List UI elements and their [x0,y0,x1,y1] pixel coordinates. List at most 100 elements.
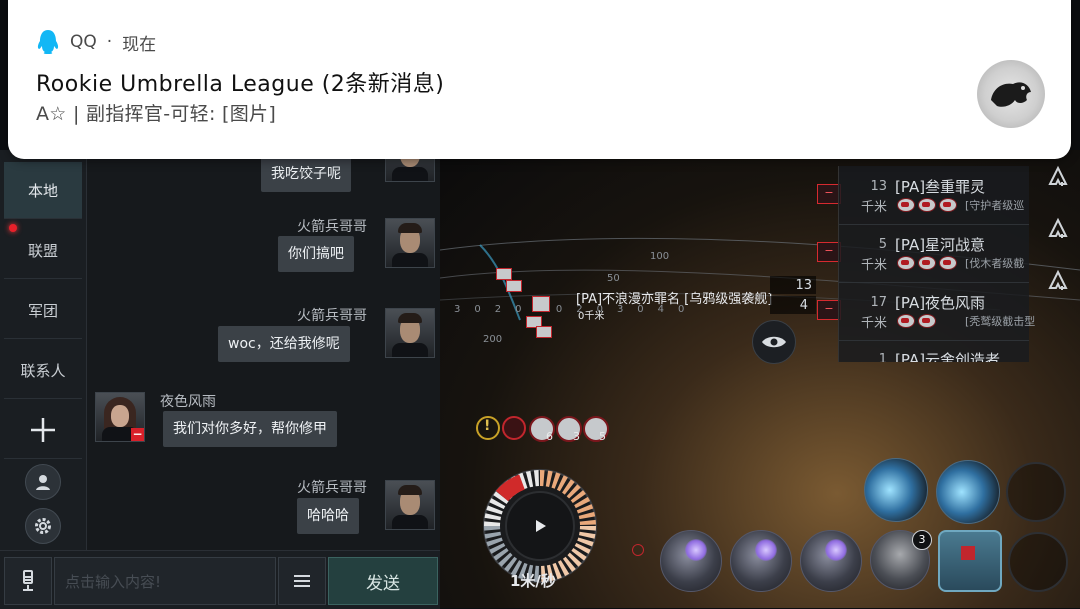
overview-distance: 5 [878,237,887,252]
overview-row[interactable]: 5 千米 [PA]星河战意 [伐木者级截 [839,224,1029,283]
notification-header: QQ · 现在 [36,28,156,56]
tab-contacts[interactable]: 联系人 [4,342,82,399]
ship-outline-icon[interactable] [1046,164,1070,190]
overview-name: [PA]叁重罪灵 [895,178,986,196]
enemy-marker[interactable] [496,268,512,280]
message-bubble: 哈哈哈 [297,498,359,534]
avatar[interactable] [385,218,435,268]
overview-row[interactable]: 13 千米 [PA]叁重罪灵 [守护者级巡 [839,166,1029,225]
message-sender: 火箭兵哥哥 [297,480,367,496]
enemy-marker[interactable] [506,280,522,292]
message-bubble: 你们搞吧 [278,236,354,272]
hostile-badge: − [131,427,144,441]
effect-count: 5 [599,430,606,443]
message-sender: 火箭兵哥哥 [297,219,367,235]
overview-name: [PA]夜色风雨 [895,294,986,312]
notification-app-name: QQ [70,32,97,52]
message-bubble: 我吃饺子呢 [261,156,351,192]
settings-button[interactable] [25,508,61,544]
overview-unit: 千米 [860,316,887,331]
overview-unit: 千米 [860,258,887,273]
contacts-button[interactable] [25,464,61,500]
quick-phrases-button[interactable] [278,557,326,605]
overview-unit: 千米 [860,200,887,215]
effect-count: 3 [573,430,580,443]
overview-effects [897,314,936,328]
microphone-icon [23,570,33,591]
space-view[interactable]: 302010203040 50 100 200 [PA]不浪漫亦罪名 [乌鸦级强… [440,150,1080,608]
overview-effects [897,198,957,212]
tackle-icon [502,416,526,440]
notification-title: Rookie Umbrella League (2条新消息) [36,72,445,97]
overview-class: [秃鹫级截击型 [965,315,1036,328]
module-slot[interactable] [660,530,722,592]
overview-distance: 13 [870,179,887,194]
target-count-b-value: 4 [799,297,808,313]
eye-icon [762,336,786,348]
avatar[interactable] [385,308,435,358]
range-tick: 200 [483,334,503,345]
overview-name: [PA]云舍创造者 [895,351,1001,362]
effect-count: 6 [546,430,553,443]
overview-distance: 1 [878,352,887,362]
message-sender: 夜色风雨 [160,394,216,410]
empty-module-slot[interactable] [1008,532,1068,592]
plus-icon [31,418,55,442]
eye-button[interactable] [752,320,796,364]
range-tick: 20 [494,304,536,315]
weapon-module-2[interactable] [936,460,1000,524]
ship-outline-icon[interactable] [1046,216,1070,242]
empty-module-slot[interactable] [1006,462,1066,522]
enemy-marker[interactable] [536,326,552,338]
overview-row[interactable]: 17 千米 [PA]夜色风雨 [秃鹫级截击型 [839,282,1035,341]
tab-corporation[interactable]: 军团 [4,282,82,339]
target-distance: 0千米 [578,311,605,322]
tab-local[interactable]: 本地 [4,162,82,219]
overview-row[interactable]: 1 [PA]云舍创造者 [839,340,1029,362]
voice-button[interactable] [4,557,52,605]
add-channel-button[interactable] [4,402,82,459]
notification-separator: · [106,32,113,52]
chat-input-bar: 点击输入内容! 发送 [0,550,440,609]
chat-channel-sidebar: 本地 联盟 军团 联系人 [0,150,87,608]
overview-class: [伐木者级截 [965,257,1025,270]
gear-icon [35,518,51,534]
notification-body: A☆ | 副指挥官-可轻: [图片] [36,103,277,125]
overview-effects [897,256,957,270]
send-button[interactable]: 发送 [328,557,438,605]
chat-input-placeholder: 点击输入内容! [65,572,162,591]
qq-penguin-icon [37,30,59,54]
target-count-a-value: 13 [795,277,812,293]
ship-outline-icon[interactable] [1046,268,1070,294]
repair-cross-icon [961,546,975,560]
module-slot[interactable] [800,530,862,592]
qq-notification[interactable]: QQ · 现在 Rookie Umbrella League (2条新消息) A… [8,0,1071,159]
avatar[interactable] [385,480,435,530]
chat-input[interactable]: 点击输入内容! [54,557,276,605]
weapon-module-1[interactable] [864,458,928,522]
overview-distance: 17 [870,295,887,310]
overview-list[interactable]: 13 千米 [PA]叁重罪灵 [守护者级巡 5 千米 [PA]星河战意 [伐木者… [838,166,1035,362]
message-sender: 火箭兵哥哥 [297,308,367,324]
enemy-marker[interactable] [532,296,550,312]
repair-kit-module[interactable] [938,530,1002,592]
module-slot[interactable] [730,530,792,592]
speed-label: 1米/秒 [510,572,556,590]
drone-count: 3 [912,530,932,550]
message-bubble: woc，还给我修呢 [218,326,350,362]
person-icon [36,475,50,490]
alert-icon [632,544,644,556]
notification-time: 现在 [122,34,157,55]
unread-dot [9,224,17,232]
target-count-b: 4 [770,296,816,314]
lion-emblem-icon [991,82,1031,107]
group-avatar [977,60,1045,128]
chat-message-list[interactable]: 我吃饺子呢 火箭兵哥哥 你们搞吧 火箭兵哥哥 woc，还给我修呢 − 夜色风雨 … [87,132,440,550]
range-tick: 30 [454,304,495,315]
target-count-a: 13 [770,276,816,294]
list-icon [294,575,310,587]
overview-class: [守护者级巡 [965,199,1025,212]
target-label[interactable]: [PA]不浪漫亦罪名 [乌鸦级强袭舰] [576,288,772,307]
range-tick: 100 [650,251,670,262]
range-tick: 50 [607,273,620,284]
